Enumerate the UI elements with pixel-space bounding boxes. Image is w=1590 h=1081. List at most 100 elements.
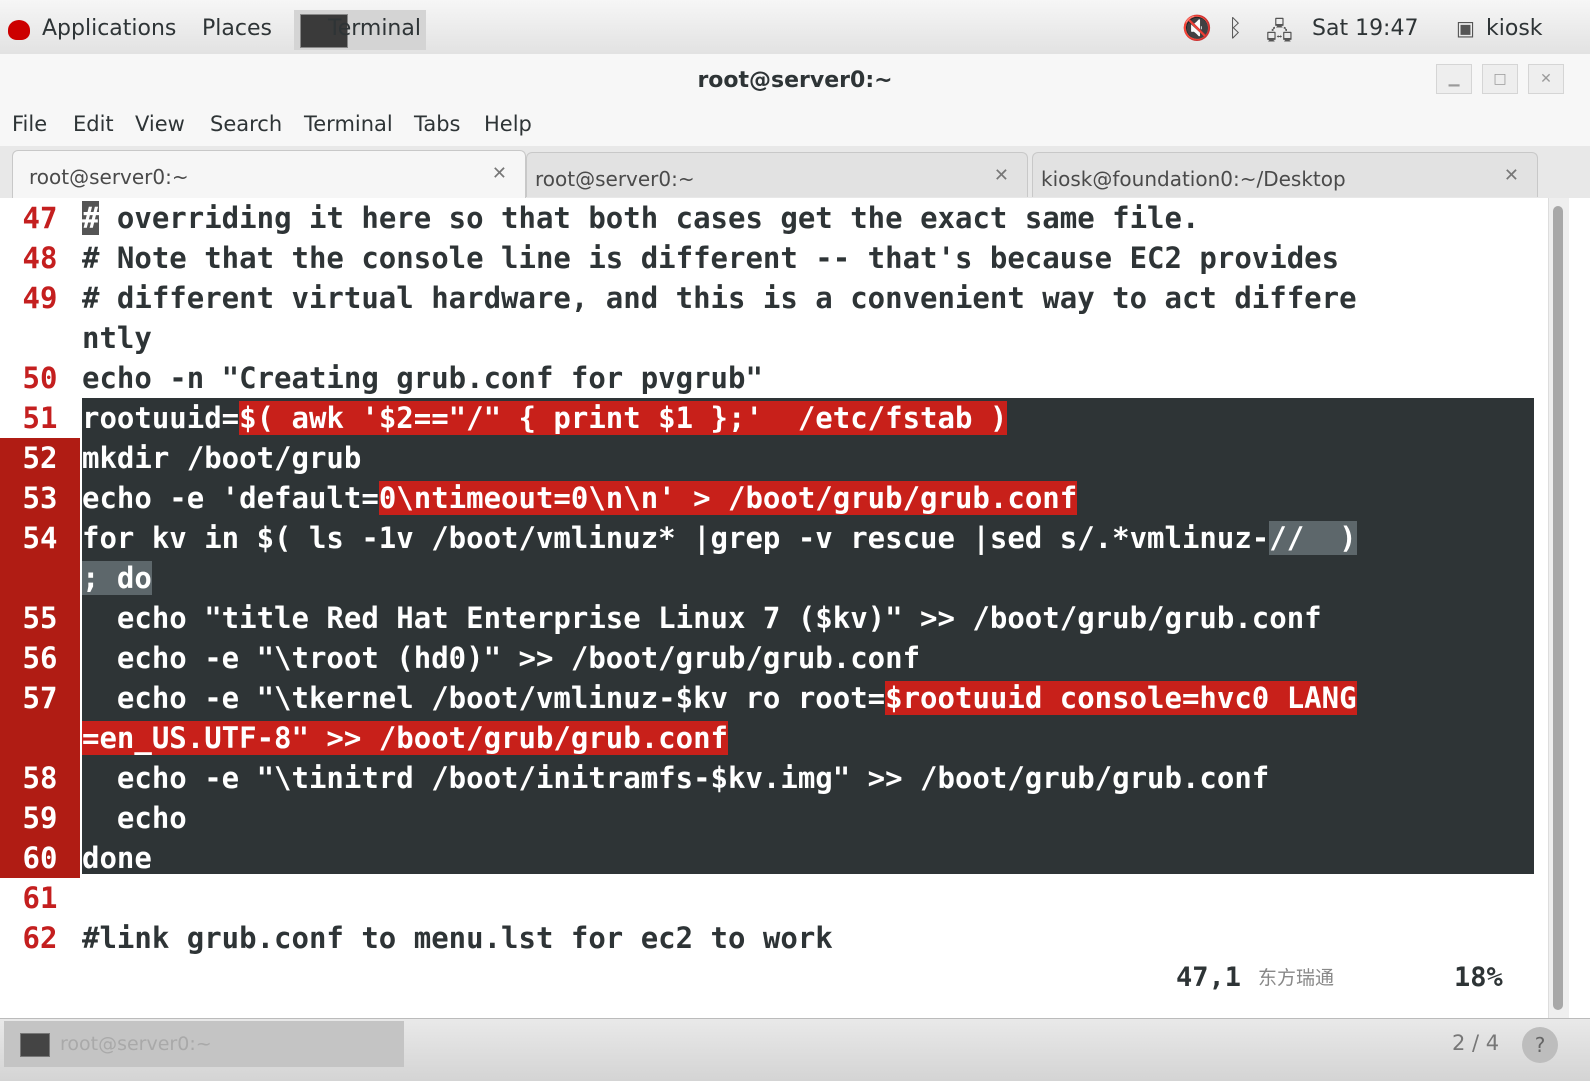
minimize-button[interactable]: ▁ [1436, 64, 1472, 94]
terminal-line: 48 # Note that the console line is differ… [0, 238, 1548, 278]
bottom-panel: root@server0:~ 2 / 4 ? [0, 1018, 1590, 1081]
terminal-icon [20, 1033, 50, 1057]
code-segment: # Note that the console line is differen… [82, 241, 1340, 275]
user-icon: ▣ [1456, 16, 1475, 40]
code-segment: echo -e "\troot (hd0)" >> /boot/grub/gru… [82, 641, 921, 675]
code-segment: ntly [82, 321, 152, 355]
terminal-line: 62 #link grub.conf to menu.lst for ec2 to… [0, 918, 1548, 958]
tab-root-server0-1[interactable]: root@server0:~ ✕ [12, 150, 526, 199]
menu-tabs[interactable]: Tabs [414, 112, 461, 136]
code-text: #link grub.conf to menu.lst for ec2 to w… [82, 918, 833, 958]
line-number: 62 [22, 921, 58, 955]
user-menu[interactable]: kiosk [1486, 16, 1543, 41]
code-text: # Note that the console line is differen… [82, 238, 1339, 278]
terminal-view[interactable]: 47,1 东方瑞通 18% 47 # overriding it here so … [0, 198, 1548, 1018]
menu-file[interactable]: File [12, 112, 47, 136]
menu-search[interactable]: Search [210, 112, 282, 136]
close-icon[interactable]: ✕ [994, 165, 1009, 186]
code-text: for kv in $( ls -1v /boot/vmlinuz* |grep… [82, 518, 1357, 558]
bluetooth-icon[interactable]: ᛒ [1228, 14, 1242, 42]
menu-view[interactable]: View [135, 112, 185, 136]
places-menu[interactable]: Places [202, 16, 272, 41]
terminal-line: 57 echo -e "\tkernel /boot/vmlinuz-$kv r… [0, 678, 1548, 718]
code-segment: echo -e "\tkernel /boot/vmlinuz-$kv ro r… [82, 681, 886, 715]
code-segment: rootuuid= [82, 401, 240, 435]
scrollbar-thumb[interactable] [1553, 206, 1563, 1010]
menu-terminal[interactable]: Terminal [304, 112, 393, 136]
code-segment: =en_US.UTF-8" >> /boot/grub/grub.conf [82, 721, 729, 755]
terminal-line: 56 echo -e "\troot (hd0)" >> /boot/grub/… [0, 638, 1548, 678]
cursor-position: 47,1 [1176, 962, 1242, 993]
menu-help[interactable]: Help [484, 112, 532, 136]
line-number: 57 [0, 678, 80, 718]
terminal-line: 54 for kv in $( ls -1v /boot/vmlinuz* |gr… [0, 518, 1548, 558]
maximize-button[interactable]: □ [1482, 64, 1518, 94]
code-text: echo -e "\tinitrd /boot/initramfs-$kv.im… [82, 758, 1269, 798]
volume-icon[interactable]: 🔇 [1182, 14, 1212, 42]
window-title: root@server0:~ [697, 68, 893, 93]
window-titlebar: root@server0:~ ▁ □ ✕ [0, 54, 1590, 104]
code-segment: echo -n "Creating grub.conf for pvgrub" [82, 361, 763, 395]
code-segment: echo "title Red Hat Enterprise Linux 7 (… [82, 601, 1322, 635]
code-segment: for kv in $( ls -1v /boot/vmlinuz* |grep… [82, 521, 1270, 555]
code-text: done [82, 838, 152, 878]
tab-bar: root@server0:~ ✕ root@server0:~ ✕ kiosk@… [0, 146, 1590, 199]
applications-menu[interactable]: Applications [42, 16, 176, 41]
terminal-line: 60 done [0, 838, 1548, 878]
line-number: 60 [0, 838, 80, 878]
workspace-switcher-icon[interactable]: ? [1522, 1027, 1558, 1063]
redhat-logo-icon [8, 20, 30, 40]
close-icon[interactable]: ✕ [492, 163, 507, 184]
code-segment: done [82, 841, 152, 875]
terminal-line: 59 echo [0, 798, 1548, 838]
code-segment: #link grub.conf to menu.lst for ec2 to w… [82, 921, 833, 955]
code-segment: 0\ntimeout=0\n\n' > /boot/grub/grub.conf [378, 481, 1078, 515]
code-segment: # different virtual hardware, and this i… [82, 281, 1357, 315]
tab-label: root@server0:~ [535, 167, 695, 191]
workspace-indicator[interactable]: 2 / 4 [1452, 1031, 1499, 1055]
code-text: # different virtual hardware, and this i… [82, 278, 1357, 318]
code-text: ; do [82, 558, 152, 598]
menu-bar: File Edit View Search Terminal Tabs Help [0, 104, 1590, 146]
line-number: 56 [0, 638, 80, 678]
terminal-line: 51 rootuuid=$( awk '$2=="/" { print $1 };… [0, 398, 1548, 438]
terminal-line: 49 # different virtual hardware, and this… [0, 278, 1548, 318]
terminal-line: ; do [0, 558, 1548, 598]
terminal-line: 58 echo -e "\tinitrd /boot/initramfs-$kv… [0, 758, 1548, 798]
line-number: 52 [0, 438, 80, 478]
scrollbar[interactable] [1548, 198, 1569, 1018]
terminal-line: 53 echo -e 'default=0\ntimeout=0\n\n' > /… [0, 478, 1548, 518]
code-segment: echo -e "\tinitrd /boot/initramfs-$kv.im… [82, 761, 1270, 795]
terminal-taskbar-item[interactable]: Terminal [294, 10, 426, 50]
clock[interactable]: Sat 19:47 [1312, 16, 1418, 41]
terminal-line: 47 # overriding it here so that both case… [0, 198, 1548, 238]
terminal-line: =en_US.UTF-8" >> /boot/grub/grub.conf [0, 718, 1548, 758]
terminal-line: 61 [0, 878, 1548, 918]
close-button[interactable]: ✕ [1528, 64, 1564, 94]
line-number: 53 [0, 478, 80, 518]
line-number [0, 718, 80, 758]
line-number: 51 [22, 401, 58, 435]
tab-root-server0-2[interactable]: root@server0:~ ✕ [526, 152, 1028, 197]
line-number: 58 [0, 758, 80, 798]
top-panel: Applications Places Terminal 🔇 ᛒ 🖧 Sat 1… [0, 0, 1590, 55]
code-text: echo -e 'default=0\ntimeout=0\n\n' > /bo… [82, 478, 1078, 518]
watermark: 东方瑞通 [1258, 967, 1335, 989]
close-icon[interactable]: ✕ [1504, 165, 1519, 186]
menu-edit[interactable]: Edit [73, 112, 114, 136]
tab-kiosk-desktop[interactable]: kiosk@foundation0:~/Desktop ✕ [1032, 152, 1538, 197]
code-text: # overriding it here so that both cases … [82, 198, 1199, 238]
code-segment: ; do [82, 561, 152, 595]
line-number: 54 [0, 518, 80, 558]
terminal-line: ntly [0, 318, 1548, 358]
code-segment: // ) [1269, 521, 1357, 555]
terminal-line: 52 mkdir /boot/grub [0, 438, 1548, 478]
terminal-line: 55 echo "title Red Hat Enterprise Linux … [0, 598, 1548, 638]
code-text: echo [82, 798, 187, 838]
window-list-label: root@server0:~ [60, 1033, 212, 1055]
window-list-item[interactable]: root@server0:~ [4, 1021, 404, 1067]
code-segment: mkdir /boot/grub [82, 441, 362, 475]
code-text: ntly [82, 318, 152, 358]
tab-label: kiosk@foundation0:~/Desktop [1041, 167, 1346, 191]
network-icon[interactable]: 🖧 [1266, 14, 1293, 55]
